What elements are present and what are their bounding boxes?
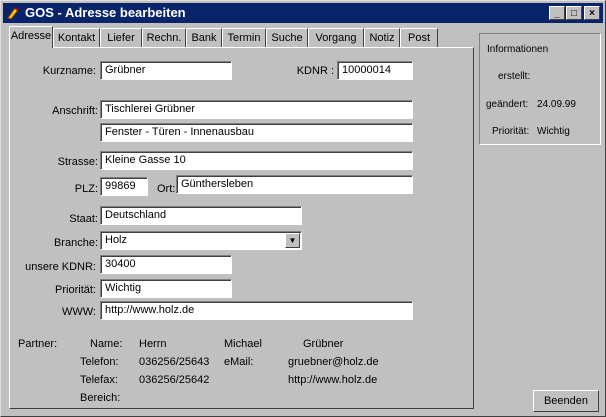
tab-vorgang[interactable]: Vorgang [308, 28, 364, 47]
app-icon [7, 7, 19, 20]
app-window: GOS - Adresse bearbeiten _ □ × Adresse K… [0, 0, 606, 417]
kurzname-field[interactable]: Grübner [100, 61, 232, 80]
prioritaet-label: Priorität: [55, 284, 96, 296]
tab-notiz[interactable]: Notiz [364, 28, 400, 47]
staat-label: Staat: [69, 213, 98, 225]
anschrift-line1-field[interactable]: Tischlerei Grübner [100, 100, 413, 119]
anschrift-line2-field[interactable]: Fenster - Türen - Innenausbau [100, 123, 413, 142]
beenden-button[interactable]: Beenden [533, 390, 599, 412]
tab-bank[interactable]: Bank [186, 28, 222, 47]
partner-firstname: Michael [224, 338, 262, 350]
tab-termin[interactable]: Termin [222, 28, 266, 47]
branche-label: Branche: [53, 237, 98, 249]
tab-rechn[interactable]: Rechn. [142, 28, 186, 47]
partner-telefax: 036256/25642 [139, 374, 210, 386]
tab-liefer[interactable]: Liefer [100, 28, 142, 47]
partner-bereich-label: Bereich: [80, 392, 121, 404]
partner-name-label: Name: [90, 338, 123, 350]
ort-label: Ort: [157, 183, 176, 195]
www-field[interactable]: http://www.holz.de [100, 301, 413, 320]
tab-suche[interactable]: Suche [266, 28, 308, 47]
info-prioritaet-value: Wichtig [537, 126, 570, 137]
strasse-label: Strasse: [57, 156, 98, 168]
www-label: WWW: [61, 306, 96, 318]
tab-adresse[interactable]: Adresse [9, 26, 53, 48]
partner-web[interactable]: http://www.holz.de [288, 374, 377, 386]
close-button[interactable]: × [584, 6, 600, 20]
prioritaet-field[interactable]: Wichtig [100, 279, 232, 298]
info-prioritaet-label: Priorität: [492, 126, 530, 137]
partner-lastname: Grübner [303, 338, 344, 350]
partner-telefon: 036256/25643 [139, 356, 210, 368]
chevron-down-icon[interactable]: ▼ [285, 233, 300, 248]
partner-telefax-label: Telefax: [80, 374, 118, 386]
maximize-button[interactable]: □ [566, 6, 582, 20]
kdnr-field[interactable]: 10000014 [337, 61, 413, 80]
kurzname-label: Kurzname: [42, 65, 96, 77]
strasse-field[interactable]: Kleine Gasse 10 [100, 151, 413, 170]
branche-value: Holz [105, 234, 128, 246]
tab-kontakt[interactable]: Kontakt [53, 28, 100, 47]
tab-post[interactable]: Post [400, 28, 438, 47]
info-panel: Informationen erstellt: geändert: 24.09.… [479, 33, 601, 145]
unsere-kdnr-label: unsere KDNR: [25, 261, 96, 273]
plz-label: PLZ: [74, 183, 98, 195]
partner-telefon-label: Telefon: [80, 356, 119, 368]
window-title: GOS - Adresse bearbeiten [25, 5, 186, 20]
address-panel: Kurzname: Grübner KDNR : 10000014 Anschr… [9, 47, 474, 409]
title-bar[interactable]: GOS - Adresse bearbeiten _ □ × [3, 3, 603, 23]
info-title: Informationen [487, 44, 549, 55]
info-erstellt-label: erstellt: [498, 71, 531, 82]
partner-email[interactable]: gruebner@holz.de [288, 356, 379, 368]
minimize-button[interactable]: _ [549, 6, 565, 20]
branche-dropdown[interactable]: Holz ▼ [100, 231, 302, 250]
anschrift-label: Anschrift: [52, 105, 98, 117]
staat-field[interactable]: Deutschland [100, 206, 302, 225]
plz-field[interactable]: 99869 [100, 177, 148, 196]
info-geaendert-label: geändert: [486, 99, 529, 110]
unsere-kdnr-field[interactable]: 30400 [100, 255, 232, 274]
partner-email-label: eMail: [224, 356, 254, 368]
kdnr-label: KDNR : [296, 65, 334, 77]
partner-salutation: Herrn [139, 338, 167, 350]
info-geaendert-value: 24.09.99 [537, 99, 576, 110]
partner-label: Partner: [18, 338, 58, 350]
ort-field[interactable]: Günthersleben [176, 175, 413, 194]
